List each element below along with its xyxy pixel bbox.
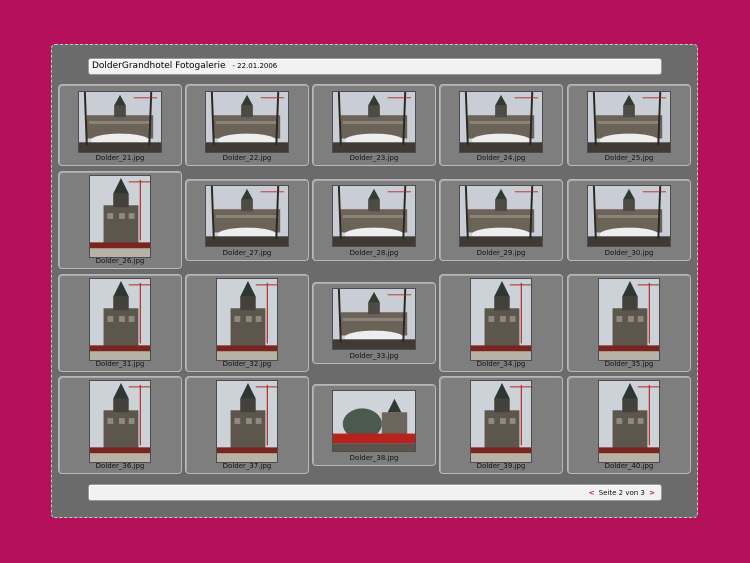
photo-caption[interactable]: Dolder_30.jpg bbox=[568, 249, 690, 257]
photo-card[interactable]: Dolder_22.jpg bbox=[185, 84, 309, 166]
photo-card[interactable]: Dolder_32.jpg bbox=[185, 274, 309, 372]
photo-thumbnail[interactable] bbox=[598, 380, 660, 463]
photo-card[interactable]: Dolder_36.jpg bbox=[58, 376, 182, 474]
photo-thumbnail[interactable] bbox=[332, 288, 416, 350]
photo-card[interactable]: Dolder_28.jpg bbox=[312, 179, 436, 261]
photo-card[interactable]: Dolder_26.jpg bbox=[58, 171, 182, 269]
photo-thumbnail[interactable] bbox=[216, 380, 278, 463]
photo-caption[interactable]: Dolder_24.jpg bbox=[440, 154, 562, 162]
photo-caption[interactable]: Dolder_28.jpg bbox=[313, 249, 435, 257]
photo-thumbnail[interactable] bbox=[216, 278, 278, 361]
photo-thumbnail[interactable] bbox=[89, 175, 151, 258]
photo-thumbnail[interactable] bbox=[470, 278, 532, 361]
photo-card[interactable]: Dolder_39.jpg bbox=[439, 376, 563, 474]
photo-card[interactable]: Dolder_27.jpg bbox=[185, 179, 309, 261]
photo-caption[interactable]: Dolder_36.jpg bbox=[59, 462, 181, 470]
photo-card[interactable]: Dolder_33.jpg bbox=[312, 282, 436, 364]
photo-thumbnail[interactable] bbox=[78, 91, 162, 153]
page-indicator: Seite 2 von 3 bbox=[598, 489, 645, 497]
prev-page-link[interactable]: < bbox=[589, 489, 595, 497]
photo-card[interactable]: Dolder_25.jpg bbox=[567, 84, 691, 166]
photo-card[interactable]: Dolder_31.jpg bbox=[58, 274, 182, 372]
photo-caption[interactable]: Dolder_25.jpg bbox=[568, 154, 690, 162]
photo-thumbnail[interactable] bbox=[89, 278, 151, 361]
photo-caption[interactable]: Dolder_35.jpg bbox=[568, 360, 690, 368]
photo-caption[interactable]: Dolder_40.jpg bbox=[568, 462, 690, 470]
photo-card[interactable]: Dolder_29.jpg bbox=[439, 179, 563, 261]
photo-card[interactable]: Dolder_37.jpg bbox=[185, 376, 309, 474]
gallery-panel: DolderGrandhotel Fotogalerie - 22.01.200… bbox=[51, 44, 698, 518]
photo-card[interactable]: Dolder_34.jpg bbox=[439, 274, 563, 372]
photo-card[interactable]: Dolder_30.jpg bbox=[567, 179, 691, 261]
photo-thumbnail[interactable] bbox=[205, 91, 289, 153]
photo-caption[interactable]: Dolder_39.jpg bbox=[440, 462, 562, 470]
photo-thumbnail[interactable] bbox=[587, 91, 671, 153]
gallery-date: - 22.01.2006 bbox=[232, 62, 278, 70]
photo-caption[interactable]: Dolder_33.jpg bbox=[313, 352, 435, 360]
pagination-bar: < Seite 2 von 3 > bbox=[88, 484, 662, 501]
photo-thumbnail[interactable] bbox=[587, 185, 671, 247]
photo-card[interactable]: Dolder_23.jpg bbox=[312, 84, 436, 166]
photo-caption[interactable]: Dolder_29.jpg bbox=[440, 249, 562, 257]
photo-caption[interactable]: Dolder_27.jpg bbox=[186, 249, 308, 257]
photo-thumbnail[interactable] bbox=[332, 390, 416, 452]
photo-caption[interactable]: Dolder_34.jpg bbox=[440, 360, 562, 368]
photo-card[interactable]: Dolder_24.jpg bbox=[439, 84, 563, 166]
photo-caption[interactable]: Dolder_23.jpg bbox=[313, 154, 435, 162]
photo-card[interactable]: Dolder_21.jpg bbox=[58, 84, 182, 166]
photo-thumbnail[interactable] bbox=[459, 185, 543, 247]
photo-thumbnail[interactable] bbox=[205, 185, 289, 247]
gallery-title: DolderGrandhotel Fotogalerie bbox=[92, 61, 226, 71]
photo-thumbnail[interactable] bbox=[470, 380, 532, 463]
gallery-title-bar: DolderGrandhotel Fotogalerie - 22.01.200… bbox=[88, 58, 662, 75]
photo-caption[interactable]: Dolder_21.jpg bbox=[59, 154, 181, 162]
photo-caption[interactable]: Dolder_26.jpg bbox=[59, 257, 181, 265]
photo-thumbnail[interactable] bbox=[459, 91, 543, 153]
photo-caption[interactable]: Dolder_31.jpg bbox=[59, 360, 181, 368]
photo-card[interactable]: Dolder_38.jpg bbox=[312, 384, 436, 466]
photo-caption[interactable]: Dolder_22.jpg bbox=[186, 154, 308, 162]
photo-thumbnail[interactable] bbox=[598, 278, 660, 361]
photo-card[interactable]: Dolder_35.jpg bbox=[567, 274, 691, 372]
photo-thumbnail[interactable] bbox=[89, 380, 151, 463]
photo-card[interactable]: Dolder_40.jpg bbox=[567, 376, 691, 474]
photo-thumbnail[interactable] bbox=[332, 91, 416, 153]
photo-caption[interactable]: Dolder_32.jpg bbox=[186, 360, 308, 368]
photo-thumbnail[interactable] bbox=[332, 185, 416, 247]
photo-caption[interactable]: Dolder_38.jpg bbox=[313, 454, 435, 462]
next-page-link[interactable]: > bbox=[649, 489, 655, 497]
photo-caption[interactable]: Dolder_37.jpg bbox=[186, 462, 308, 470]
